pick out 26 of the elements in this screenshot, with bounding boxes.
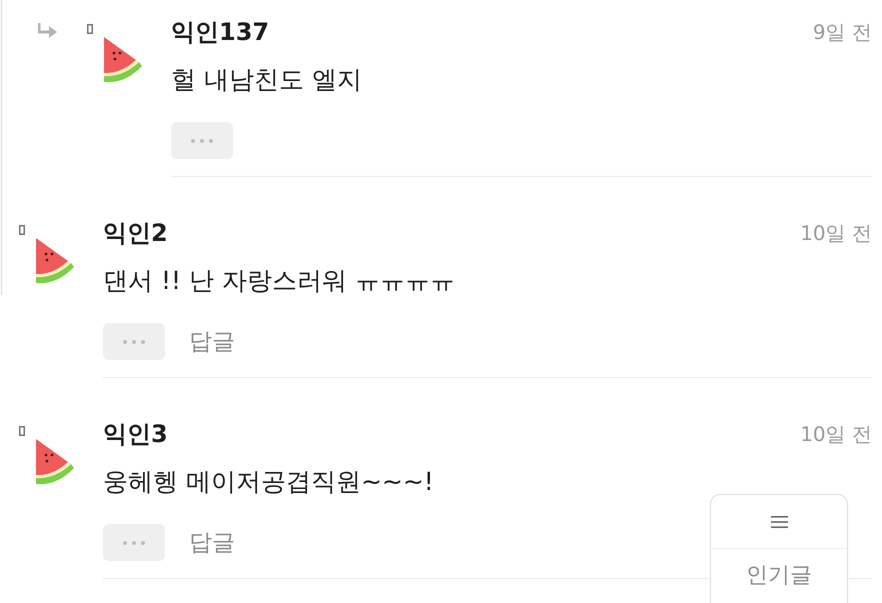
ellipsis-icon	[123, 340, 145, 344]
watermelon-icon	[33, 236, 77, 284]
author-name: 익인3	[103, 419, 168, 450]
comment-time: 9일 전	[812, 19, 872, 46]
reply-button[interactable]: 답글	[189, 326, 235, 356]
glyph-box-icon	[87, 24, 93, 34]
popular-tab[interactable]: 인기글	[746, 561, 812, 591]
watermelon-icon	[33, 437, 77, 485]
comment-time: 10일 전	[800, 220, 872, 247]
ellipsis-icon	[123, 540, 145, 544]
corner-arrow-icon	[38, 23, 58, 40]
author-name: 익인2	[103, 218, 168, 249]
more-button[interactable]	[103, 524, 165, 561]
menu-icon	[770, 516, 788, 528]
glyph-box-icon	[19, 225, 25, 235]
more-button[interactable]	[171, 122, 233, 159]
glyph-box-icon	[19, 426, 25, 436]
comment-text: 웅헤헹 메이저공겹직원~~~!	[103, 466, 435, 498]
more-button[interactable]	[103, 323, 165, 360]
watermelon-icon	[101, 35, 145, 83]
comment-time: 10일 전	[800, 421, 872, 448]
author-name: 익인137	[171, 17, 270, 48]
comment-text: 헐 내남친도 엘지	[171, 64, 363, 96]
ellipsis-icon	[191, 138, 213, 142]
comment-text: 댄서 !! 난 자랑스러워 ㅠㅠㅠㅠ	[103, 265, 456, 297]
reply-button[interactable]: 답글	[189, 528, 235, 558]
